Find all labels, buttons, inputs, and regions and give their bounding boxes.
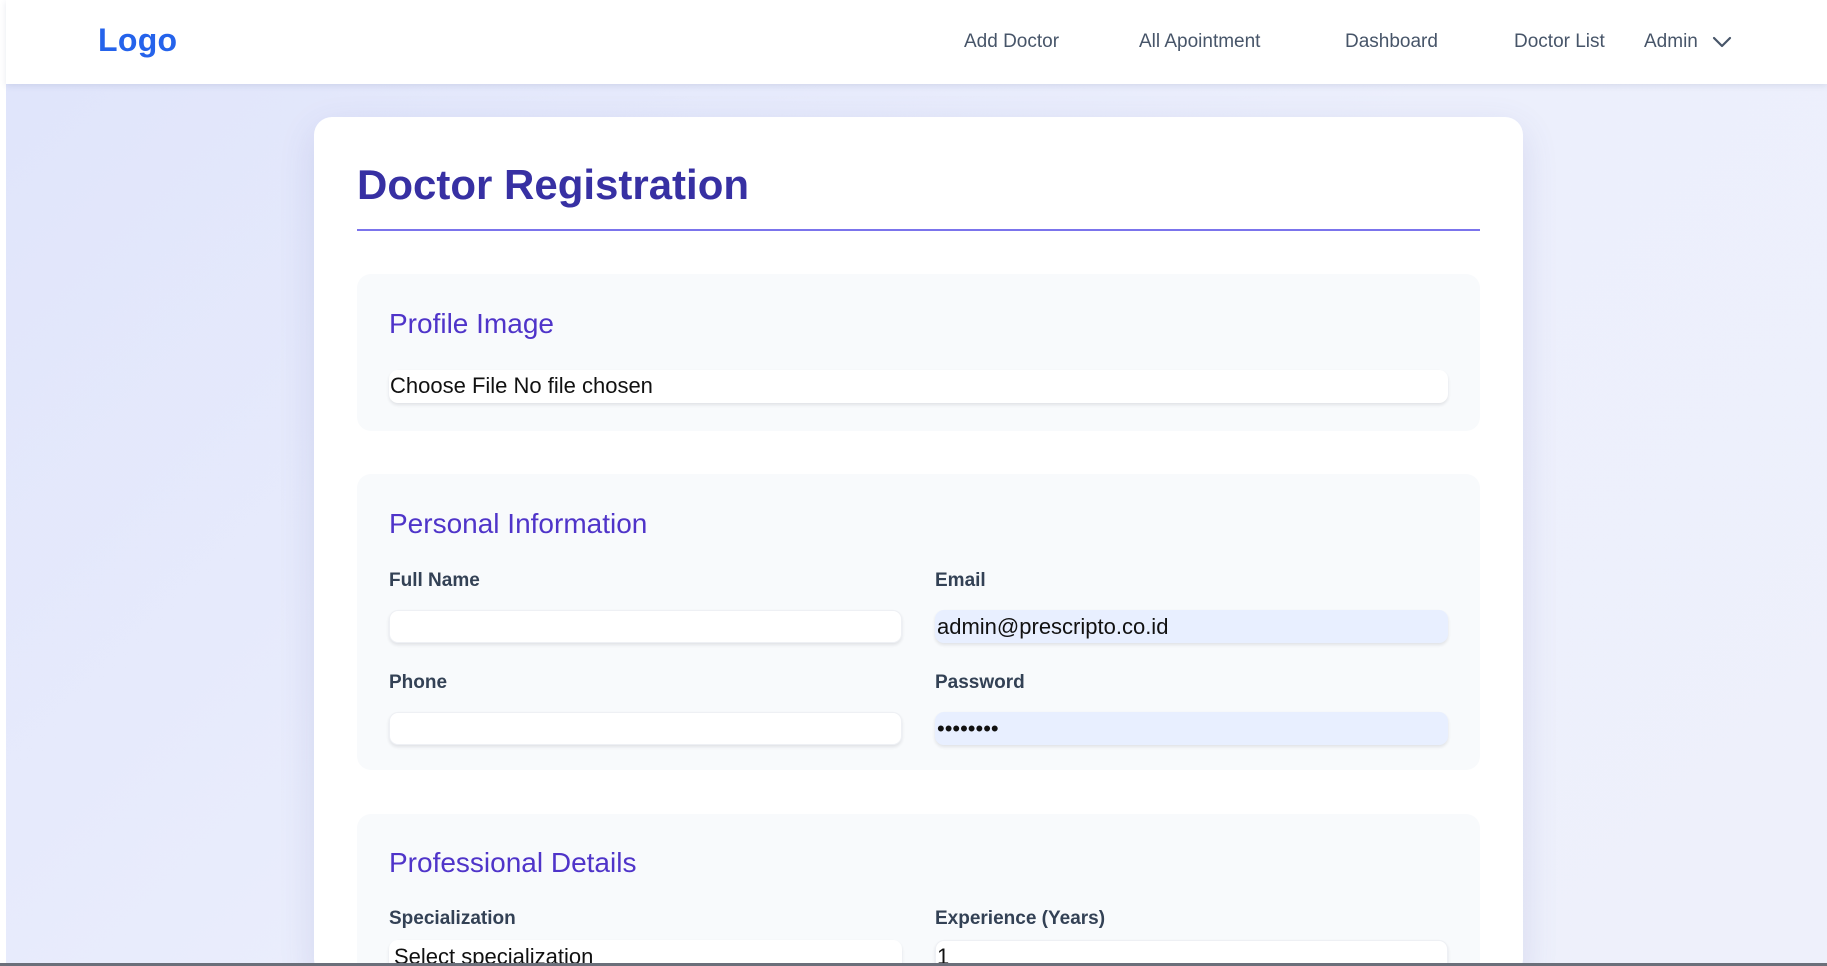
phone-label: Phone [389,672,448,693]
profile-image-section: Profile Image Choose File No file chosen [357,274,1480,431]
nav-dashboard[interactable]: Dashboard [1345,31,1438,53]
phone-input[interactable] [389,712,902,745]
full-name-input[interactable] [389,610,902,643]
registration-card: Doctor Registration Profile Image Choose… [314,117,1523,966]
experience-label: Experience (Years) [935,908,1106,929]
full-name-label: Full Name [389,570,480,591]
professional-details-section: Professional Details Specialization Sele… [357,814,1480,966]
chevron-down-icon [1712,36,1732,48]
nav-doctor-list[interactable]: Doctor List [1514,31,1605,53]
personal-information-section: Personal Information Full Name Email Pho… [357,474,1480,770]
window-left-edge [0,0,6,966]
nav-add-doctor[interactable]: Add Doctor [964,31,1059,53]
email-label: Email [935,570,986,591]
profile-image-heading: Profile Image [389,308,554,339]
personal-information-heading: Personal Information [389,508,648,539]
profile-image-file-input[interactable]: Choose File No file chosen [389,370,1448,403]
nav-all-appointment[interactable]: All Apointment [1139,31,1260,53]
specialization-label: Specialization [389,908,516,929]
logo[interactable]: Logo [98,22,177,59]
page-title: Doctor Registration [357,161,750,208]
password-input[interactable] [935,712,1448,745]
admin-menu-label: Admin [1644,31,1698,52]
admin-menu[interactable]: Admin [1644,31,1732,53]
professional-details-heading: Professional Details [389,847,637,878]
title-divider [357,229,1480,231]
top-navbar: Logo Add Doctor All Apointment Dashboard… [6,0,1827,84]
password-label: Password [935,672,1025,693]
email-input[interactable] [935,610,1448,643]
